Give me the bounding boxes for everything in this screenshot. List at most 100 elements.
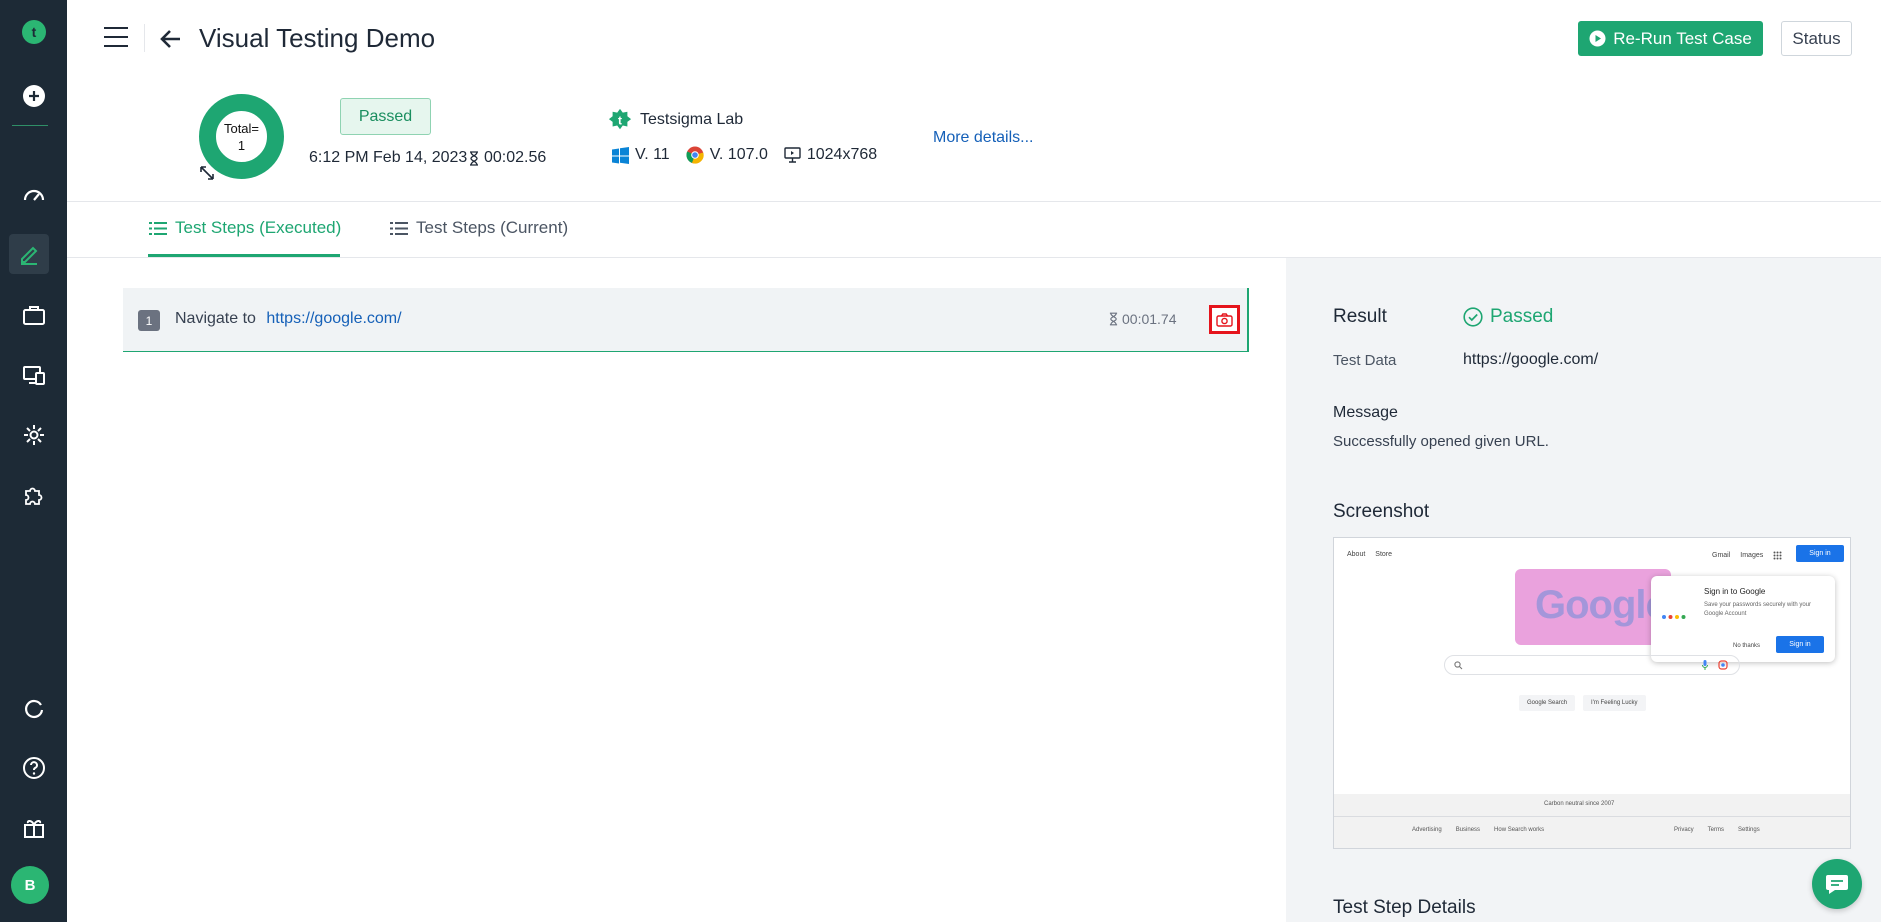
thumb-popup-no-thanks: No thanks xyxy=(1733,643,1761,649)
thumb-footer: Carbon neutral since 2007 Advertising Bu… xyxy=(1334,794,1850,848)
settings-icon[interactable] xyxy=(0,413,67,457)
test-data-label: Test Data xyxy=(1333,352,1397,369)
thumb-nav-left: About Store xyxy=(1347,551,1392,558)
thumb-search-buttons: Google Search I'm Feeling Lucky xyxy=(1519,695,1646,711)
thumb-footer-link: Terms xyxy=(1707,827,1725,833)
sidebar-divider xyxy=(12,125,48,126)
run-duration: 00:02.56 xyxy=(469,149,546,167)
svg-text:t: t xyxy=(31,24,36,40)
thumb-footer-link: Settings xyxy=(1738,827,1760,833)
total-label: Total= xyxy=(223,120,260,136)
search-icon xyxy=(1454,661,1463,670)
thumb-popup-title: Sign in to Google xyxy=(1704,587,1766,596)
expand-icon[interactable] xyxy=(199,165,215,181)
browser-info: V. 107.0 xyxy=(686,146,768,164)
page-title: Visual Testing Demo xyxy=(199,23,436,53)
step-url-link[interactable]: https://google.com/ xyxy=(266,310,401,327)
thumb-nav-item: Images xyxy=(1740,552,1764,559)
total-value: 1 xyxy=(237,137,246,153)
result-value: Passed xyxy=(1463,306,1553,328)
os-version: V. 11 xyxy=(635,146,670,163)
message-value: Successfully opened given URL. xyxy=(1333,433,1549,450)
message-label: Message xyxy=(1333,404,1398,421)
tab-test-steps-current[interactable]: Test Steps (Current) xyxy=(390,218,568,238)
help-icon[interactable] xyxy=(0,746,67,790)
view-screenshot-button[interactable] xyxy=(1209,305,1240,334)
thumb-popup-signin: Sign in xyxy=(1776,636,1824,653)
thumb-google-search-button: Google Search xyxy=(1519,695,1576,711)
menu-icon[interactable] xyxy=(104,27,128,49)
tab-label: Test Steps (Current) xyxy=(416,218,569,237)
thumb-feeling-lucky-button: I'm Feeling Lucky xyxy=(1583,695,1646,711)
microphone-icon xyxy=(1702,660,1708,670)
screenshot-thumbnail[interactable]: About Store Gmail Images Sign in Google … xyxy=(1333,537,1851,849)
lab-name: Testsigma Lab xyxy=(640,111,744,128)
dashboard-icon[interactable] xyxy=(0,173,67,217)
avatar[interactable]: B xyxy=(11,866,49,904)
step-duration-value: 00:01.74 xyxy=(1122,311,1177,327)
tab-label: Test Steps (Executed) xyxy=(175,218,342,237)
back-arrow-icon[interactable] xyxy=(158,26,184,52)
resolution-value: 1024x768 xyxy=(806,146,878,163)
os-info: V. 11 xyxy=(612,146,670,164)
monitor-icon xyxy=(784,147,801,163)
environment-info: V. 11 V. 107.0 1024x768 xyxy=(612,146,893,164)
devices-icon[interactable] xyxy=(0,353,67,397)
status-badge: Passed xyxy=(340,98,431,135)
step-duration: 00:01.74 xyxy=(1109,311,1177,327)
thumb-doodle-text: Google xyxy=(1535,583,1668,627)
thumb-search-box xyxy=(1444,655,1740,675)
chat-button[interactable] xyxy=(1812,859,1862,909)
thumb-footer-left: Advertising Business How Search works xyxy=(1412,827,1544,833)
sidebar: t B xyxy=(0,0,67,922)
google-lens-icon xyxy=(1718,660,1728,670)
check-circle-icon xyxy=(1463,307,1483,327)
thumb-google-doodle: Google xyxy=(1515,569,1671,645)
thumb-nav-item: About xyxy=(1347,551,1366,558)
play-icon xyxy=(1589,30,1606,47)
header-divider xyxy=(144,24,145,52)
step-description: Navigate to https://google.com/ xyxy=(175,310,402,328)
refresh-icon[interactable] xyxy=(0,686,67,730)
step-action: Navigate to xyxy=(175,310,256,327)
resolution-info: 1024x768 xyxy=(784,146,877,164)
result-label: Result xyxy=(1333,306,1387,327)
summary-divider xyxy=(67,201,1881,202)
thumb-carbon-text: Carbon neutral since 2007 xyxy=(1544,801,1615,807)
chat-icon xyxy=(1826,875,1848,894)
gift-icon[interactable] xyxy=(0,806,67,850)
hourglass-icon xyxy=(1109,312,1118,326)
test-step-row[interactable]: 1 Navigate to https://google.com/ 00:01.… xyxy=(123,288,1249,352)
run-date: 6:12 PM Feb 14, 2023 xyxy=(309,149,468,166)
rerun-label: Re-Run Test Case xyxy=(1613,28,1752,48)
test-step-details-label: Test Step Details xyxy=(1333,897,1476,918)
thumb-footer-link: How Search works xyxy=(1494,827,1545,833)
camera-icon xyxy=(1216,312,1233,327)
hourglass-icon xyxy=(470,150,478,166)
add-icon[interactable] xyxy=(0,74,67,118)
testsigma-logo-icon[interactable]: t xyxy=(0,10,67,54)
rerun-test-case-button[interactable]: Re-Run Test Case xyxy=(1578,21,1763,56)
thumb-nav-item: Store xyxy=(1375,551,1393,558)
thumb-footer-divider xyxy=(1334,816,1850,817)
windows-icon xyxy=(612,146,629,164)
thumb-nav-right: Gmail Images xyxy=(1712,551,1782,560)
edit-icon[interactable] xyxy=(9,234,49,274)
thumb-signin-button: Sign in xyxy=(1796,545,1844,562)
browser-version: V. 107.0 xyxy=(709,146,768,163)
chrome-icon xyxy=(686,146,704,164)
tab-test-steps-executed[interactable]: Test Steps (Executed) xyxy=(149,218,341,238)
more-details-link[interactable]: More details... xyxy=(933,129,1033,147)
test-data-value: https://google.com/ xyxy=(1463,351,1599,368)
thumb-footer-link: Privacy xyxy=(1674,827,1694,833)
puzzle-icon[interactable] xyxy=(0,473,67,517)
thumb-footer-link: Business xyxy=(1455,827,1481,833)
thumb-footer-right: Privacy Terms Settings xyxy=(1674,827,1760,833)
status-button[interactable]: Status xyxy=(1781,21,1852,56)
duration-value: 00:02.56 xyxy=(484,149,547,166)
briefcase-icon[interactable] xyxy=(0,293,67,337)
thumb-nav-item: Gmail xyxy=(1712,552,1731,559)
thumb-popup-body: Save your passwords securely with your G… xyxy=(1704,602,1812,617)
svg-text:t: t xyxy=(618,114,622,128)
list-icon xyxy=(390,221,408,235)
